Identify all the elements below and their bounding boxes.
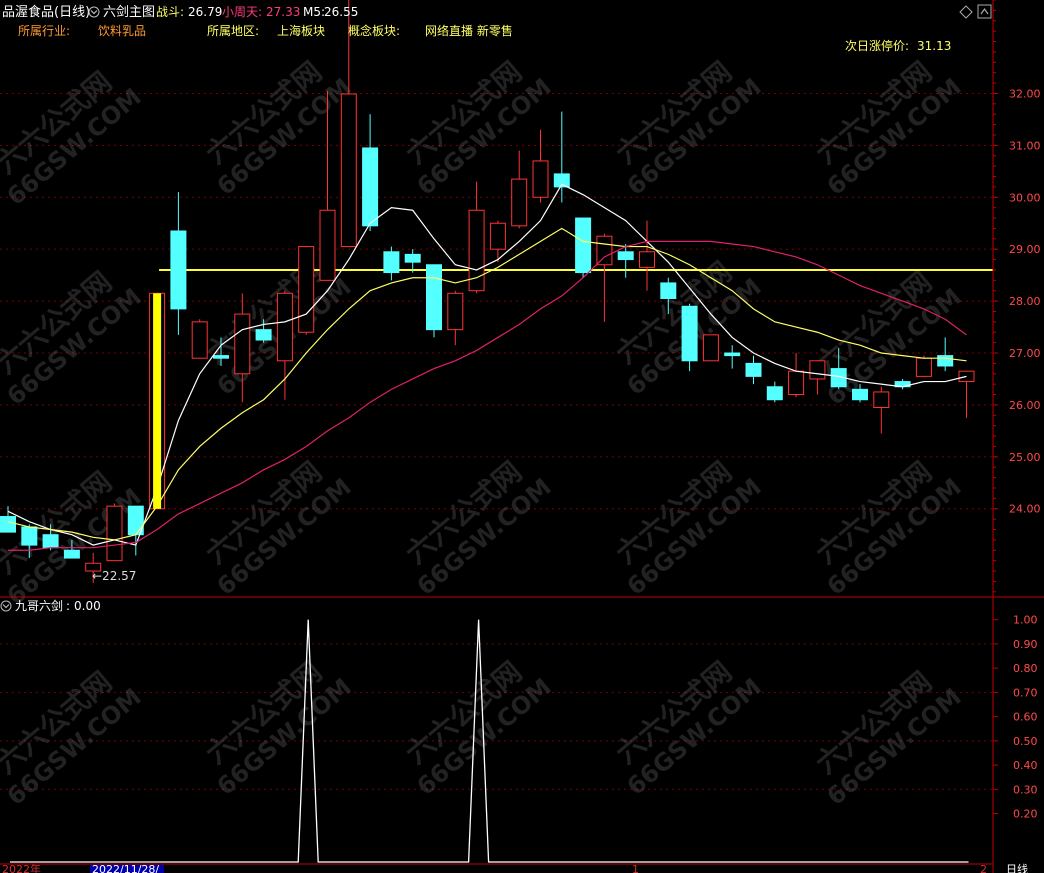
candle-body	[191, 321, 208, 359]
date-label: 2022/11/28/	[92, 863, 159, 873]
candle-body	[852, 388, 868, 401]
candle	[426, 264, 442, 338]
month-mark-2: 2	[980, 863, 987, 873]
xiaozhoutian-label: 小周天:	[222, 5, 262, 19]
main-axis-tick-label: 24.00	[1009, 503, 1041, 516]
period-label[interactable]: 日线	[1006, 862, 1028, 873]
candle-body	[42, 534, 59, 549]
candle-body	[639, 251, 655, 268]
main-axis-tick-label: 32.00	[1009, 87, 1041, 100]
concept-value: 网络直播 新零售	[425, 23, 513, 38]
candle-body	[383, 251, 400, 274]
sub-axis-tick-label: 0.20	[1013, 808, 1038, 821]
low-price-annotation: ←22.57	[92, 569, 136, 583]
sub-axis-tick-label: 0.80	[1013, 662, 1038, 675]
m5-label: M5:	[303, 5, 325, 19]
sub-axis-tick-label: 0.30	[1013, 783, 1038, 796]
candle-body	[21, 526, 38, 546]
candle-body	[340, 93, 357, 248]
candle-body	[63, 549, 80, 559]
candle-body	[276, 292, 293, 362]
sub-axis-tick-label: 0.60	[1013, 711, 1038, 724]
candle-body	[915, 357, 932, 377]
indicator-name[interactable]: 六剑主图	[103, 4, 155, 20]
candle-body	[809, 360, 826, 380]
main-axis-tick-label: 27.00	[1009, 347, 1041, 360]
candle-body	[596, 235, 613, 266]
candle-body	[766, 386, 783, 401]
candle-body	[404, 253, 421, 263]
candle-body	[681, 305, 698, 362]
main-axis-tick-label: 25.00	[1009, 451, 1041, 464]
limit-price-value: 31.13	[917, 39, 951, 53]
candle-body	[0, 516, 16, 533]
candle-body	[106, 505, 123, 562]
candle-body	[660, 282, 677, 299]
candle-body	[489, 222, 506, 250]
candle-body	[447, 292, 464, 331]
signal-marker-layer	[153, 293, 162, 509]
month-mark-1: 1	[632, 863, 639, 873]
candle-body	[255, 329, 272, 341]
concept-label: 概念板块:	[348, 23, 400, 38]
candle-body	[170, 230, 187, 310]
candle-body	[937, 355, 954, 367]
main-axis-tick-label: 26.00	[1009, 399, 1041, 412]
candle	[681, 303, 698, 372]
candle-body	[575, 217, 592, 274]
limit-price-label: 次日涨停价:	[845, 38, 909, 53]
candle-body	[532, 160, 549, 198]
candle-body	[702, 334, 719, 362]
candle-body	[724, 352, 741, 357]
sub-axis-tick-label: 0.90	[1013, 638, 1038, 651]
candle	[191, 319, 208, 359]
sub-indicator-name[interactable]: 九哥六剑	[15, 598, 63, 613]
main-axis-tick-label: 28.00	[1009, 295, 1041, 308]
region-value: 上海板块	[277, 23, 325, 38]
sub-axis-tick-label: 0.70	[1013, 686, 1038, 699]
sub-axis-tick-label: 0.40	[1013, 759, 1038, 772]
candle-body	[234, 313, 251, 375]
sub-indicator-value: 0.00	[74, 599, 101, 613]
year-label: 2022年	[2, 862, 41, 873]
candle	[575, 217, 592, 278]
candle-body	[213, 355, 229, 359]
sub-axis-tick-label: 1.00	[1013, 614, 1038, 627]
candle-body	[745, 362, 762, 377]
candle	[298, 246, 315, 335]
candle-body	[298, 246, 315, 333]
industry-value: 饮料乳品	[98, 24, 146, 38]
m5-value: 26.55	[324, 5, 358, 19]
candle-body	[788, 370, 805, 396]
candle-body	[617, 251, 634, 261]
main-axis-tick-label: 31.00	[1009, 139, 1041, 152]
region-label: 所属地区:	[207, 24, 259, 38]
candle-body	[426, 264, 442, 331]
candle-body	[362, 147, 379, 227]
sub-axis-tick-label: 0.50	[1013, 735, 1038, 748]
candle-body	[873, 391, 890, 409]
xiaozhoutian-value: 27.33	[266, 5, 300, 19]
industry-label: 所属行业:	[18, 24, 70, 38]
zhandou-value: 26.79	[188, 5, 222, 19]
stock-name[interactable]: 品渥食品(日线)	[2, 4, 90, 20]
main-axis-tick-label: 29.00	[1009, 243, 1041, 256]
main-axis-tick-label: 30.00	[1009, 191, 1041, 204]
sub-pane-header: 九哥六剑 : 0.00	[0, 598, 101, 613]
candle-body	[319, 209, 336, 281]
candle	[106, 503, 123, 562]
sub-indicator-sep: :	[66, 599, 70, 613]
chart-stage[interactable]: 六六公式网66GSW.COM 六六公式网66GSW.COM 六六公式网66GSW.C…	[0, 0, 1044, 873]
zhandou-label: 战斗:	[156, 5, 184, 19]
candle	[702, 334, 719, 362]
signal-marker	[153, 293, 162, 509]
candle-body	[511, 178, 528, 227]
